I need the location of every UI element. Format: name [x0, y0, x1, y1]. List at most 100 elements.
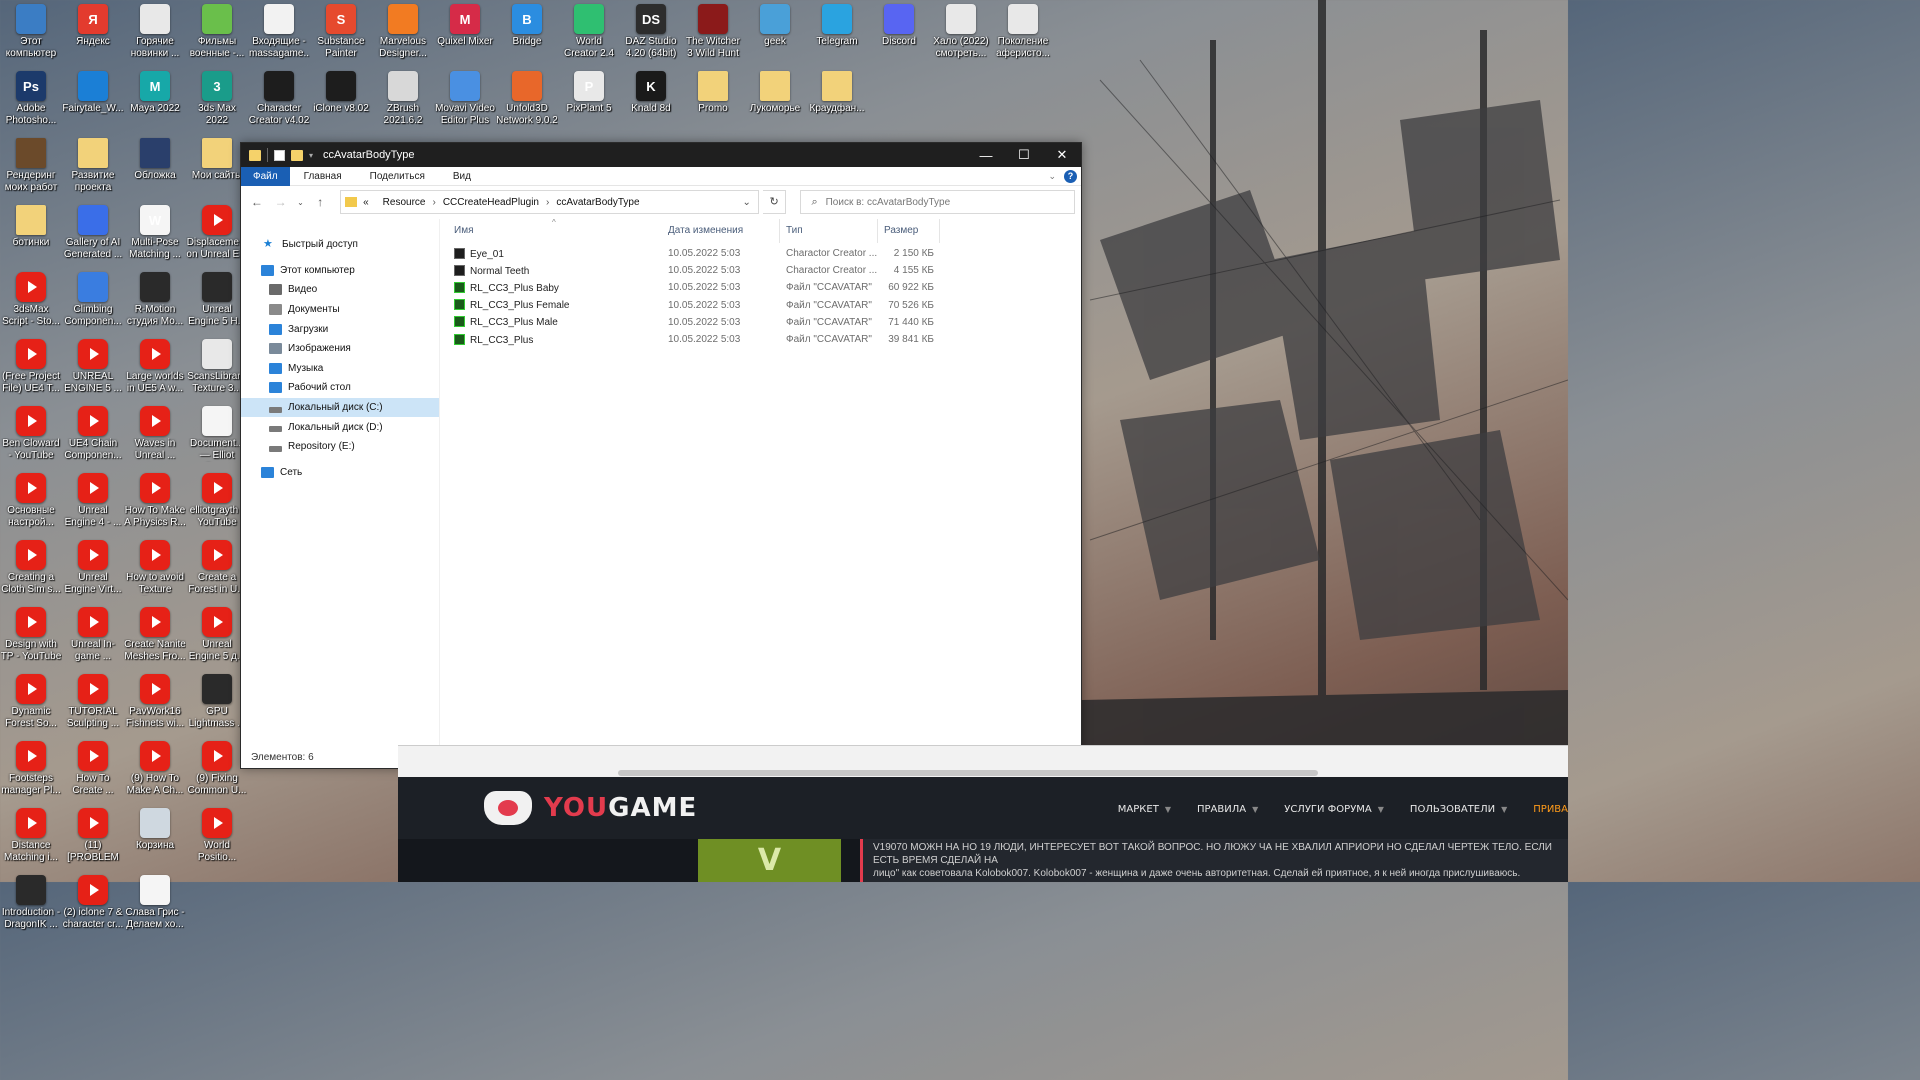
- desktop-shortcut[interactable]: World Creator 2.4: [558, 0, 620, 66]
- desktop-shortcut[interactable]: Movavi Video Editor Plus: [434, 67, 496, 133]
- desktop-shortcut[interactable]: (2) iclone 7 & character cr...: [62, 871, 124, 937]
- nav-videos[interactable]: Видео: [241, 280, 439, 300]
- desktop-shortcut[interactable]: GPU Lightmass ...: [186, 670, 248, 736]
- desktop-shortcut[interactable]: Ps Adobe Photosho...: [0, 67, 62, 133]
- desktop-shortcut[interactable]: Слава Грис - Делаем хо...: [124, 871, 186, 937]
- file-row[interactable]: Normal Teeth 10.05.2022 5:03 Charactor Cre…: [440, 262, 1081, 279]
- desktop-shortcut[interactable]: Telegram: [806, 0, 868, 66]
- new-folder-icon[interactable]: [291, 149, 303, 161]
- desktop-shortcut[interactable]: The Witcher 3 Wild Hunt: [682, 0, 744, 66]
- desktop-shortcut[interactable]: 3 3ds Max 2022: [186, 67, 248, 133]
- desktop-shortcut[interactable]: Мои сайты: [186, 134, 248, 200]
- desktop-shortcut[interactable]: Document... — Elliot Gra...: [186, 402, 248, 468]
- desktop-shortcut[interactable]: Входящие - massagame...: [248, 0, 310, 66]
- desktop-shortcut[interactable]: 3dsMax Script - Sto...: [0, 268, 62, 334]
- breadcrumb-plugin[interactable]: CCCreateHeadPlugin: [443, 197, 539, 208]
- tab-view[interactable]: Вид: [439, 167, 485, 186]
- desktop-shortcut[interactable]: Discord: [868, 0, 930, 66]
- nav-documents[interactable]: Документы: [241, 300, 439, 320]
- desktop-shortcut[interactable]: Рендеринг моих работ: [0, 134, 62, 200]
- desktop-shortcut[interactable]: Поколение аферисто...: [992, 0, 1054, 66]
- breadcrumb-current[interactable]: ccAvatarBodyType: [556, 197, 639, 208]
- file-row[interactable]: RL_CC3_Plus 10.05.2022 5:03 Файл "CCAVATAR…: [440, 331, 1081, 348]
- file-row[interactable]: RL_CC3_Plus Female 10.05.2022 5:03 Файл "C…: [440, 297, 1081, 314]
- file-row[interactable]: RL_CC3_Plus Male 10.05.2022 5:03 Файл "CCA…: [440, 314, 1081, 331]
- menu-market[interactable]: МАРКЕТ ▼: [1118, 804, 1171, 815]
- desktop-shortcut[interactable]: Фильмы военные -...: [186, 0, 248, 66]
- address-bar[interactable]: « Resource › CCCreateHeadPlugin › ccAvat…: [340, 190, 759, 214]
- desktop-shortcut[interactable]: Promo: [682, 67, 744, 133]
- desktop-shortcut[interactable]: Unreal Engine 5 д...: [186, 603, 248, 669]
- desktop-shortcut[interactable]: Displaceme... on Unreal E...: [186, 201, 248, 267]
- desktop-shortcut[interactable]: M Maya 2022: [124, 67, 186, 133]
- menu-private[interactable]: ПРИВА: [1533, 804, 1568, 815]
- column-type[interactable]: Тип: [780, 219, 878, 243]
- desktop-shortcut[interactable]: Introduction - DragonIK ...: [0, 871, 62, 937]
- desktop-shortcut[interactable]: World Positio...: [186, 804, 248, 870]
- desktop-shortcut[interactable]: DS DAZ Studio 4.20 (64bit): [620, 0, 682, 66]
- file-row[interactable]: Eye_01 10.05.2022 5:03 Charactor Creator .…: [440, 245, 1081, 262]
- desktop-shortcut[interactable]: Create Nanite Meshes Fro...: [124, 603, 186, 669]
- desktop-shortcut[interactable]: geek: [744, 0, 806, 66]
- chevron-down-icon[interactable]: ▾: [309, 151, 313, 160]
- menu-forum-services[interactable]: УСЛУГИ ФОРУМА ▼: [1284, 804, 1384, 815]
- recent-locations-icon[interactable]: ⌄: [295, 198, 307, 207]
- desktop-shortcut[interactable]: elliotgrayth - YouTube: [186, 469, 248, 535]
- desktop-shortcut[interactable]: Climbing Componen...: [62, 268, 124, 334]
- desktop-shortcut[interactable]: S Substance Painter: [310, 0, 372, 66]
- desktop-shortcut[interactable]: ScansLibrar - Texture 3...: [186, 335, 248, 401]
- chevron-right-icon[interactable]: ›: [546, 197, 549, 208]
- desktop-shortcut[interactable]: Footsteps manager Pl...: [0, 737, 62, 803]
- forward-button[interactable]: →: [271, 195, 291, 209]
- tab-home[interactable]: Главная: [290, 167, 356, 186]
- desktop-shortcut[interactable]: Unfold3D Network 9.0.2: [496, 67, 558, 133]
- tab-share[interactable]: Поделиться: [356, 167, 439, 186]
- desktop-shortcut[interactable]: Развитие проекта: [62, 134, 124, 200]
- menu-users[interactable]: ПОЛЬЗОВАТЕЛИ ▼: [1410, 804, 1507, 815]
- back-button[interactable]: ←: [247, 195, 267, 209]
- help-icon[interactable]: ?: [1064, 169, 1077, 183]
- desktop-shortcut[interactable]: How To Create ...: [62, 737, 124, 803]
- file-explorer-window[interactable]: ▾ ccAvatarBodyType — ☐ ✕ Файл Главная По…: [240, 142, 1082, 769]
- search-input[interactable]: ⌕ Поиск в: ccAvatarBodyType: [800, 190, 1076, 214]
- desktop-shortcut[interactable]: PavWork16 Fishnets wi...: [124, 670, 186, 736]
- breadcrumb-overflow[interactable]: «: [363, 197, 369, 208]
- post-thumbnail[interactable]: V: [698, 839, 841, 882]
- expand-ribbon-icon[interactable]: ⌄: [1048, 171, 1056, 182]
- desktop-shortcut[interactable]: ботинки: [0, 201, 62, 267]
- desktop-shortcut[interactable]: W Multi-Pose Matching ...: [124, 201, 186, 267]
- desktop-shortcut[interactable]: Я Яндекс: [62, 0, 124, 66]
- desktop-shortcut[interactable]: Gallery of AI Generated ...: [62, 201, 124, 267]
- desktop-shortcut[interactable]: B Bridge: [496, 0, 558, 66]
- desktop-shortcut[interactable]: Краудфан...: [806, 67, 868, 133]
- desktop-shortcut[interactable]: Waves in Unreal ...: [124, 402, 186, 468]
- desktop-shortcut[interactable]: Creating a Cloth Sim s...: [0, 536, 62, 602]
- desktop-shortcut[interactable]: Design with TP - YouTube: [0, 603, 62, 669]
- menu-rules[interactable]: ПРАВИЛА ▼: [1197, 804, 1258, 815]
- desktop-shortcut[interactable]: Unreal Engine 4 - ...: [62, 469, 124, 535]
- desktop-shortcut[interactable]: How to avoid Texture Rep...: [124, 536, 186, 602]
- desktop-shortcut[interactable]: Ben Cloward - YouTube: [0, 402, 62, 468]
- nav-desktop[interactable]: Рабочий стол: [241, 378, 439, 398]
- desktop-shortcut[interactable]: Горячие новинки ...: [124, 0, 186, 66]
- title-bar[interactable]: ▾ ccAvatarBodyType — ☐ ✕: [241, 143, 1081, 167]
- desktop-shortcut[interactable]: ZBrush 2021.6.2: [372, 67, 434, 133]
- file-row[interactable]: RL_CC3_Plus Baby 10.05.2022 5:03 Файл "CCA…: [440, 279, 1081, 296]
- desktop-shortcut[interactable]: Create a Forest in U...: [186, 536, 248, 602]
- up-button[interactable]: ↑: [310, 195, 330, 209]
- yougame-logo[interactable]: YOUGAME: [484, 791, 697, 825]
- desktop-shortcut[interactable]: Dynamic Forest So...: [0, 670, 62, 736]
- close-button[interactable]: ✕: [1043, 143, 1081, 167]
- desktop-shortcut[interactable]: (9) How To Make A Ch...: [124, 737, 186, 803]
- column-size[interactable]: Размер: [878, 219, 940, 243]
- nav-this-pc[interactable]: Этот компьютер: [241, 261, 439, 281]
- desktop-shortcut[interactable]: Лукоморье: [744, 67, 806, 133]
- desktop-shortcut[interactable]: Unreal In-game ...: [62, 603, 124, 669]
- desktop-shortcut[interactable]: Large worlds in UE5 A w...: [124, 335, 186, 401]
- nav-music[interactable]: Музыка: [241, 359, 439, 379]
- desktop-shortcut[interactable]: K Knald 8d: [620, 67, 682, 133]
- desktop-shortcut[interactable]: (9) Fixing Common U...: [186, 737, 248, 803]
- desktop-shortcut[interactable]: M Quixel Mixer: [434, 0, 496, 66]
- nav-quick-access[interactable]: ★ Быстрый доступ: [241, 235, 439, 255]
- desktop-shortcut[interactable]: P PixPlant 5: [558, 67, 620, 133]
